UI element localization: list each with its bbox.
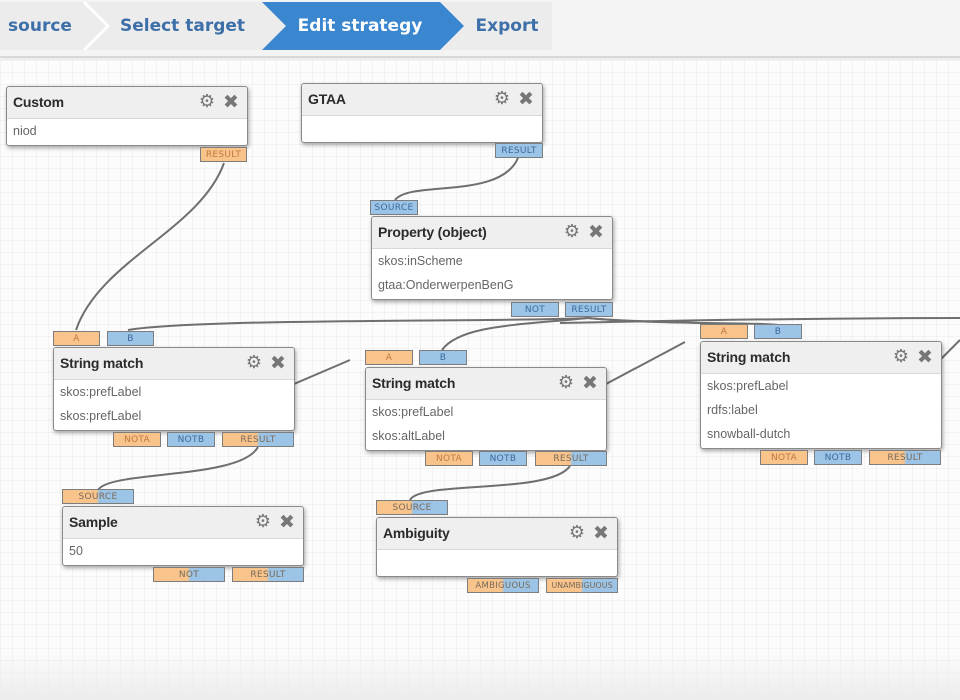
node-title: Property (object) <box>378 224 487 240</box>
node-field[interactable]: skos:prefLabel <box>54 380 294 404</box>
port-b[interactable]: B <box>107 331 154 346</box>
port-result[interactable]: RESULT <box>495 143 543 158</box>
node-title: Sample <box>69 514 118 530</box>
gear-icon[interactable]: ⚙ <box>253 512 273 532</box>
node-header[interactable]: Sample ⚙ ✖ <box>63 507 303 539</box>
node-body[interactable] <box>302 116 542 140</box>
node-title: String match <box>707 349 791 365</box>
wizard-steps-bar: source Select target Edit strategy Expor… <box>0 0 960 58</box>
node-header[interactable]: Property (object) ⚙ ✖ <box>372 217 612 249</box>
gear-icon[interactable]: ⚙ <box>567 523 587 543</box>
node-title: Custom <box>13 94 64 110</box>
node-header[interactable]: String match ⚙ ✖ <box>701 342 941 374</box>
gear-icon[interactable]: ⚙ <box>244 353 264 373</box>
port-ambiguous[interactable]: AMBIGUOUS <box>467 578 539 593</box>
node-header[interactable]: Ambiguity ⚙ ✖ <box>377 518 617 550</box>
port-result[interactable]: RESULT <box>869 450 941 465</box>
close-icon[interactable]: ✖ <box>586 222 606 242</box>
close-icon[interactable]: ✖ <box>277 512 297 532</box>
node-field[interactable]: 50 <box>63 539 303 563</box>
node-title: String match <box>372 375 456 391</box>
close-icon[interactable]: ✖ <box>591 523 611 543</box>
node-body[interactable] <box>377 550 617 574</box>
gear-icon[interactable]: ⚙ <box>492 89 512 109</box>
node-string-match-1[interactable]: String match ⚙ ✖ skos:prefLabel skos:pre… <box>53 347 295 431</box>
port-nota[interactable]: NOTA <box>113 432 161 447</box>
node-field[interactable]: rdfs:label <box>701 398 941 422</box>
node-header[interactable]: GTAA ⚙ ✖ <box>302 84 542 116</box>
port-not[interactable]: NOT <box>511 302 559 317</box>
port-notb[interactable]: NOTB <box>167 432 215 447</box>
node-field[interactable]: skos:inScheme <box>372 249 612 273</box>
node-string-match-3[interactable]: String match ⚙ ✖ skos:prefLabel rdfs:lab… <box>700 341 942 449</box>
port-result[interactable]: RESULT <box>535 451 607 466</box>
node-header[interactable]: String match ⚙ ✖ <box>54 348 294 380</box>
port-nota[interactable]: NOTA <box>425 451 473 466</box>
node-header[interactable]: String match ⚙ ✖ <box>366 368 606 400</box>
node-ambiguity[interactable]: Ambiguity ⚙ ✖ <box>376 517 618 577</box>
step-select-target[interactable]: Select target <box>110 2 255 50</box>
port-unambiguous[interactable]: UNAMBIGUOUS <box>546 578 618 593</box>
step-select-source[interactable]: source <box>0 2 80 50</box>
node-custom[interactable]: Custom ⚙ ✖ niod <box>6 86 248 146</box>
node-field[interactable]: niod <box>7 119 247 143</box>
port-result[interactable]: RESULT <box>222 432 294 447</box>
node-field[interactable]: skos:altLabel <box>366 424 606 448</box>
node-field[interactable]: skos:prefLabel <box>54 404 294 428</box>
node-title: Ambiguity <box>383 525 450 541</box>
node-field[interactable]: skos:prefLabel <box>701 374 941 398</box>
port-result[interactable]: RESULT <box>200 147 247 162</box>
port-b[interactable]: B <box>754 324 802 339</box>
port-a[interactable]: A <box>700 324 748 339</box>
node-field[interactable]: snowball-dutch <box>701 422 941 446</box>
port-notb[interactable]: NOTB <box>814 450 862 465</box>
port-source[interactable]: SOURCE <box>62 489 134 504</box>
node-field[interactable]: gtaa:OnderwerpenBenG <box>372 273 612 297</box>
port-result[interactable]: RESULT <box>232 567 304 582</box>
port-notb[interactable]: NOTB <box>479 451 527 466</box>
node-string-match-2[interactable]: String match ⚙ ✖ skos:prefLabel skos:alt… <box>365 367 607 451</box>
close-icon[interactable]: ✖ <box>221 92 241 112</box>
gear-icon[interactable]: ⚙ <box>562 222 582 242</box>
close-icon[interactable]: ✖ <box>268 353 288 373</box>
node-title: String match <box>60 355 144 371</box>
node-gtaa[interactable]: GTAA ⚙ ✖ <box>301 83 543 143</box>
port-nota[interactable]: NOTA <box>760 450 808 465</box>
gear-icon[interactable]: ⚙ <box>891 347 911 367</box>
node-field[interactable]: skos:prefLabel <box>366 400 606 424</box>
canvas-bottom-fade <box>0 650 960 700</box>
port-result[interactable]: RESULT <box>565 302 613 317</box>
gear-icon[interactable]: ⚙ <box>197 92 217 112</box>
close-icon[interactable]: ✖ <box>516 89 536 109</box>
gear-icon[interactable]: ⚙ <box>556 373 576 393</box>
port-source[interactable]: SOURCE <box>376 500 448 515</box>
step-export[interactable]: Export <box>468 2 546 50</box>
port-source[interactable]: SOURCE <box>370 200 418 215</box>
port-b[interactable]: B <box>419 350 467 365</box>
node-property-object[interactable]: Property (object) ⚙ ✖ skos:inScheme gtaa… <box>371 216 613 300</box>
port-not[interactable]: NOT <box>153 567 225 582</box>
step-edit-strategy[interactable]: Edit strategy <box>288 2 432 50</box>
node-header[interactable]: Custom ⚙ ✖ <box>7 87 247 119</box>
close-icon[interactable]: ✖ <box>915 347 935 367</box>
close-icon[interactable]: ✖ <box>580 373 600 393</box>
node-sample[interactable]: Sample ⚙ ✖ 50 <box>62 506 304 566</box>
node-title: GTAA <box>308 91 346 107</box>
port-a[interactable]: A <box>53 331 100 346</box>
port-a[interactable]: A <box>365 350 413 365</box>
